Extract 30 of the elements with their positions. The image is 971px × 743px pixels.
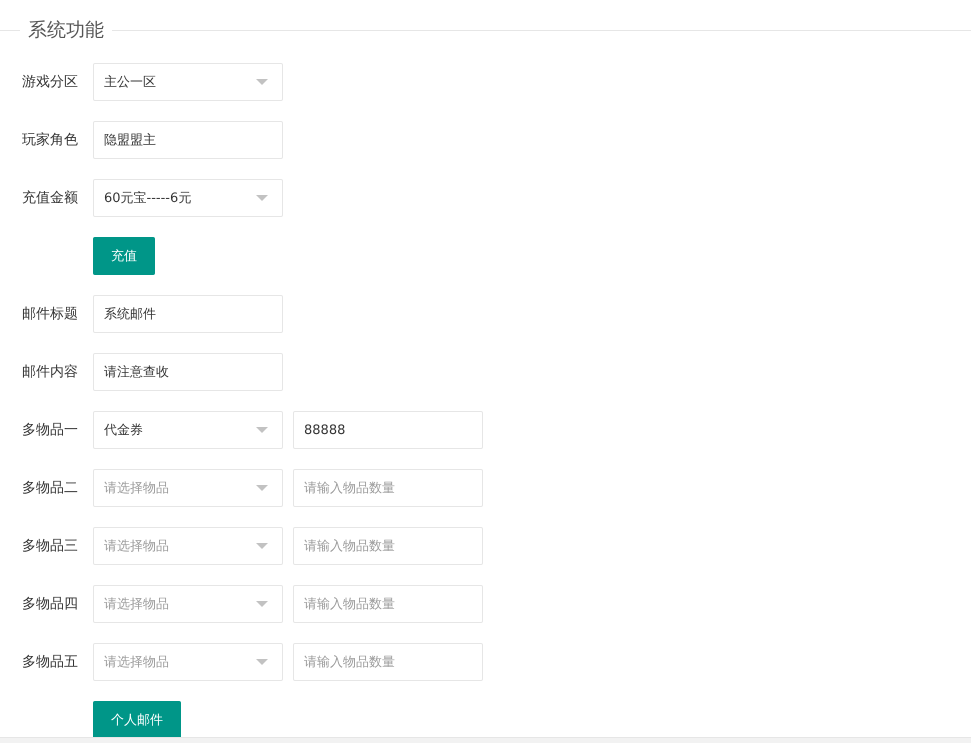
input-field[interactable]: 请输入物品数量 [293,469,483,507]
dropdown[interactable]: 60元宝-----6元 [93,179,283,217]
input-field[interactable]: 系统邮件 [93,295,283,333]
input-field[interactable]: 88888 [293,411,483,449]
field-label: 多物品五 [21,653,79,671]
caret-icon [256,427,268,433]
dropdown[interactable]: 代金券 [93,411,283,449]
input-field[interactable]: 隐盟盟主 [93,121,283,159]
dropdown[interactable]: 主公一区 [93,63,283,101]
field-label: 多物品一 [21,421,79,439]
field-label: 邮件标题 [21,305,79,323]
field-label: 充值金额 [21,189,79,207]
field-label: 游戏分区 [21,73,79,91]
field-label: 多物品二 [21,479,79,497]
field-label: 邮件内容 [21,363,79,381]
submit-button[interactable]: 个人邮件 [93,701,181,739]
input-field[interactable]: 请输入物品数量 [293,643,483,681]
field-label: 多物品三 [21,537,79,555]
caret-icon [256,543,268,549]
caret-icon [256,79,268,85]
field-label: 玩家角色 [21,131,79,149]
caret-icon [256,485,268,491]
caret-icon [256,601,268,607]
caret-icon [256,659,268,665]
input-field[interactable]: 请注意查收 [93,353,283,391]
input-field[interactable]: 请输入物品数量 [293,585,483,623]
field-label: 多物品四 [21,595,79,613]
input-field[interactable]: 请输入物品数量 [293,527,483,565]
caret-icon [256,195,268,201]
submit-button[interactable]: 充值 [93,237,155,275]
